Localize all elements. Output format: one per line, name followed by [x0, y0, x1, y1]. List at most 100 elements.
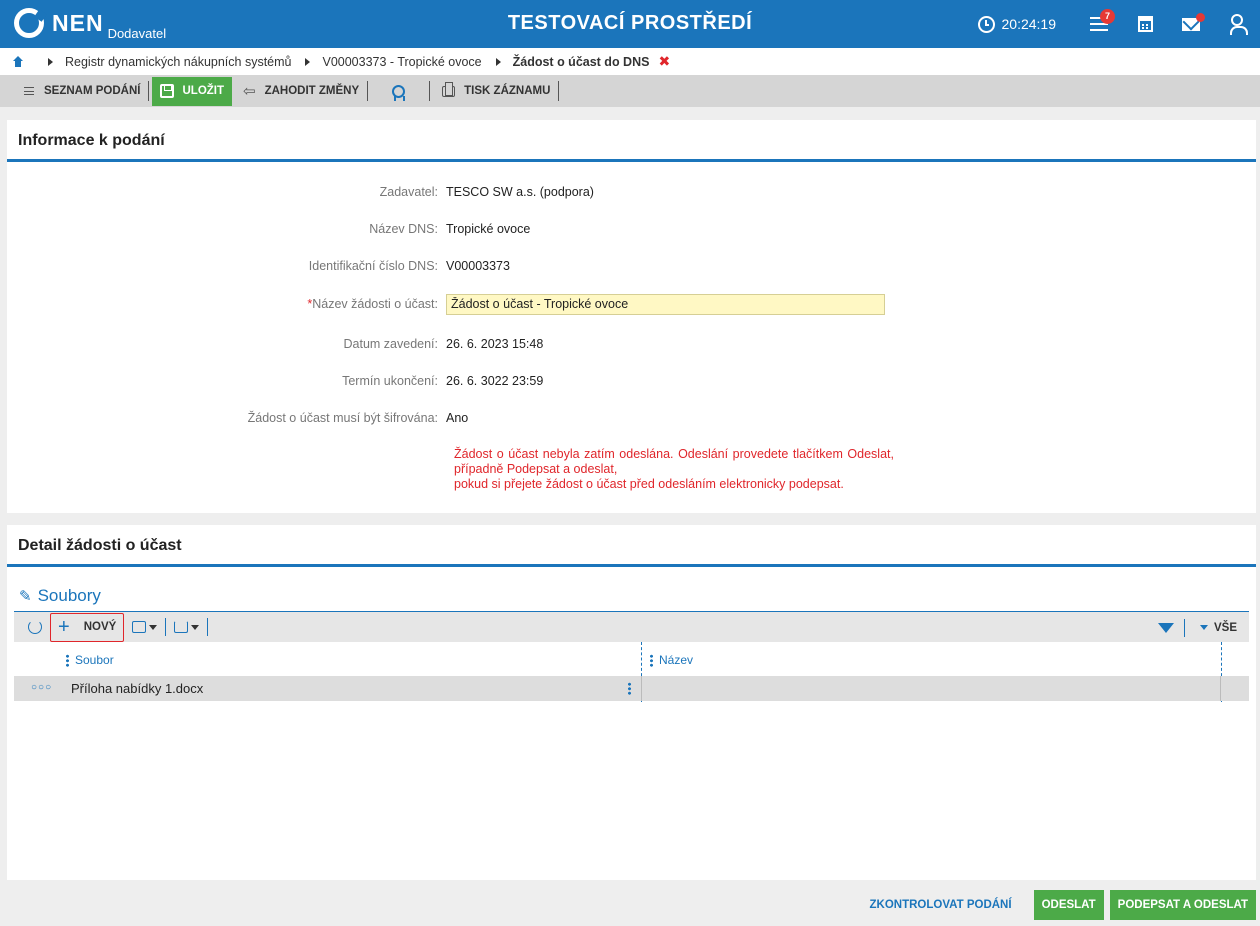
export-menu-button[interactable]: [174, 621, 200, 633]
calculator-button[interactable]: [1122, 0, 1168, 48]
field-value: TESCO SW a.s. (podpora): [446, 185, 594, 199]
submission-info-panel: Informace k podání Zadavatel: TESCO SW a…: [7, 120, 1256, 513]
field-value: Tropické ovoce: [446, 222, 531, 236]
clock-icon: [977, 15, 995, 33]
print-record-button[interactable]: TISK ZÁZNAMU: [430, 75, 558, 107]
toolbar-divider: [148, 81, 150, 101]
filter-icon[interactable]: [1157, 622, 1174, 633]
sign-and-send-button[interactable]: PODEPSAT A ODESLAT: [1109, 890, 1256, 920]
field-request-name: *Název žádosti o účast:: [7, 293, 1256, 315]
footer-actions: ZKONTROLOVAT PODÁNÍ ODESLAT PODEPSAT A O…: [870, 890, 1256, 920]
plus-icon: +: [58, 616, 70, 638]
chevron-down-icon[interactable]: [1199, 625, 1208, 630]
field-label: Datum zavedení:: [343, 337, 439, 351]
toolbar-divider: [558, 81, 560, 101]
field-dns-name: Název DNS: Tropické ovoce: [7, 219, 1256, 239]
print-icon: [132, 621, 147, 633]
session-clock: 20:24:19: [977, 15, 1057, 33]
chevron-right-icon: [495, 57, 501, 66]
submission-list-label: SEZNAM PODÁNÍ: [44, 85, 141, 97]
grid-divider: [207, 618, 209, 636]
row-actions-icon[interactable]: ○○○: [31, 682, 52, 693]
logo-mark-icon: [14, 8, 44, 38]
field-label: *Název žádosti o účast:: [7, 297, 446, 311]
field-contracting-authority: Zadavatel: TESCO SW a.s. (podpora): [7, 182, 1256, 202]
field-encryption: Žádost o účast musí být šifrována: Ano: [7, 408, 1256, 428]
column-menu-icon[interactable]: [66, 654, 69, 668]
column-title: Název: [659, 653, 694, 667]
user-button[interactable]: [1214, 0, 1260, 48]
panel-title: Detail žádosti o účast: [7, 525, 1256, 567]
chevron-right-icon: [48, 57, 53, 66]
field-created-date: Datum zavedení: 26. 6. 2023 15:48: [7, 334, 1256, 354]
warning-line-1: Žádost o účast nebyla zatím odeslána. Od…: [454, 447, 894, 476]
grid-divider: [1183, 618, 1185, 637]
save-icon: [160, 84, 175, 98]
logo-subtitle: Dodavatel: [107, 26, 167, 41]
check-submission-button[interactable]: ZKONTROLOVAT PODÁNÍ: [870, 899, 1012, 911]
breadcrumb-item-dns[interactable]: V00003373 - Tropické ovoce: [322, 55, 481, 69]
filter-all-label[interactable]: VŠE: [1214, 622, 1237, 634]
breadcrumb-current: Žádost o účast do DNS: [512, 54, 650, 69]
nen-logo[interactable]: NEN Dodavatel: [14, 8, 167, 41]
request-detail-panel: Detail žádosti o účast ✎ Soubory + NOVÝ …: [7, 525, 1256, 880]
field-end-date: Termín ukončení: 26. 6. 3022 23:59: [7, 371, 1256, 391]
breadcrumb-item-registry[interactable]: Registr dynamických nákupních systémů: [65, 55, 291, 69]
home-icon[interactable]: [12, 56, 24, 67]
field-dns-id: Identifikační číslo DNS: V00003373: [7, 256, 1256, 276]
send-button[interactable]: ODESLAT: [1033, 890, 1104, 920]
print-icon: [442, 81, 456, 97]
field-label-text: Název žádosti o účast:: [312, 297, 438, 311]
close-tab-icon[interactable]: ✖: [658, 53, 670, 70]
unread-dot: [1196, 13, 1205, 22]
chevron-right-icon: [305, 57, 311, 66]
save-label: ULOŽIT: [182, 85, 225, 97]
discard-changes-button[interactable]: ⇦ ZAHODIT ZMĚNY: [235, 75, 367, 107]
certificate-button[interactable]: [368, 75, 429, 107]
messages-button[interactable]: [1168, 0, 1214, 48]
submission-list-button[interactable]: SEZNAM PODÁNÍ: [0, 75, 148, 107]
top-bar: NEN Dodavatel TESTOVACÍ PROSTŘEDÍ 20:24:…: [0, 0, 1260, 48]
new-label: NOVÝ: [83, 621, 117, 633]
column-header-name[interactable]: Název: [650, 653, 694, 668]
table-row[interactable]: ○○○ Příloha nabídky 1.docx: [14, 676, 1249, 701]
user-icon: [1230, 14, 1248, 35]
refresh-icon[interactable]: [28, 620, 42, 634]
print-menu-button[interactable]: [132, 621, 158, 633]
export-icon: [174, 621, 189, 633]
logo-text: NEN: [52, 10, 104, 36]
files-title: Soubory: [37, 586, 101, 605]
notification-badge: 7: [1100, 9, 1115, 24]
not-sent-warning: Žádost o účast nebyla zatím odeslána. Od…: [454, 447, 894, 492]
action-toolbar: SEZNAM PODÁNÍ ULOŽIT ⇦ ZAHODIT ZMĚNY TIS…: [0, 75, 1260, 107]
grid-divider: [165, 618, 167, 636]
field-label: Zadavatel:: [379, 185, 438, 199]
field-label: Termín ukončení:: [342, 374, 438, 388]
files-section-title: ✎ Soubory: [19, 586, 101, 606]
calculator-icon: [1137, 16, 1153, 32]
clock-time: 20:24:19: [1001, 16, 1057, 32]
cell-menu-icon[interactable]: [628, 682, 631, 695]
files-grid-header: Soubor Název: [14, 642, 1249, 702]
field-label: Identifikační číslo DNS:: [308, 259, 438, 273]
chevron-down-icon: [191, 624, 200, 630]
list-icon: [24, 87, 34, 95]
field-value: V00003373: [446, 259, 510, 273]
discard-label: ZAHODIT ZMĚNY: [264, 85, 360, 97]
warning-line-2: pokud si přejete žádost o účast před ode…: [454, 477, 844, 491]
column-header-file[interactable]: Soubor: [66, 653, 114, 668]
field-value: Ano: [446, 411, 469, 425]
notifications-button[interactable]: 7: [1076, 0, 1122, 48]
file-name-cell: Příloha nabídky 1.docx: [71, 681, 204, 696]
new-file-button[interactable]: + NOVÝ: [50, 612, 125, 642]
field-value: 26. 6. 3022 23:59: [446, 374, 544, 388]
chevron-down-icon: [149, 624, 158, 630]
column-menu-icon[interactable]: [650, 654, 653, 668]
undo-icon: ⇦: [243, 83, 256, 100]
files-grid-toolbar: + NOVÝ VŠE: [14, 611, 1249, 642]
attachment-icon: ✎: [19, 588, 32, 605]
request-name-input[interactable]: [446, 293, 885, 315]
field-value: 26. 6. 2023 15:48: [446, 337, 544, 351]
print-label: TISK ZÁZNAMU: [464, 85, 551, 97]
save-button[interactable]: ULOŽIT: [152, 76, 233, 106]
